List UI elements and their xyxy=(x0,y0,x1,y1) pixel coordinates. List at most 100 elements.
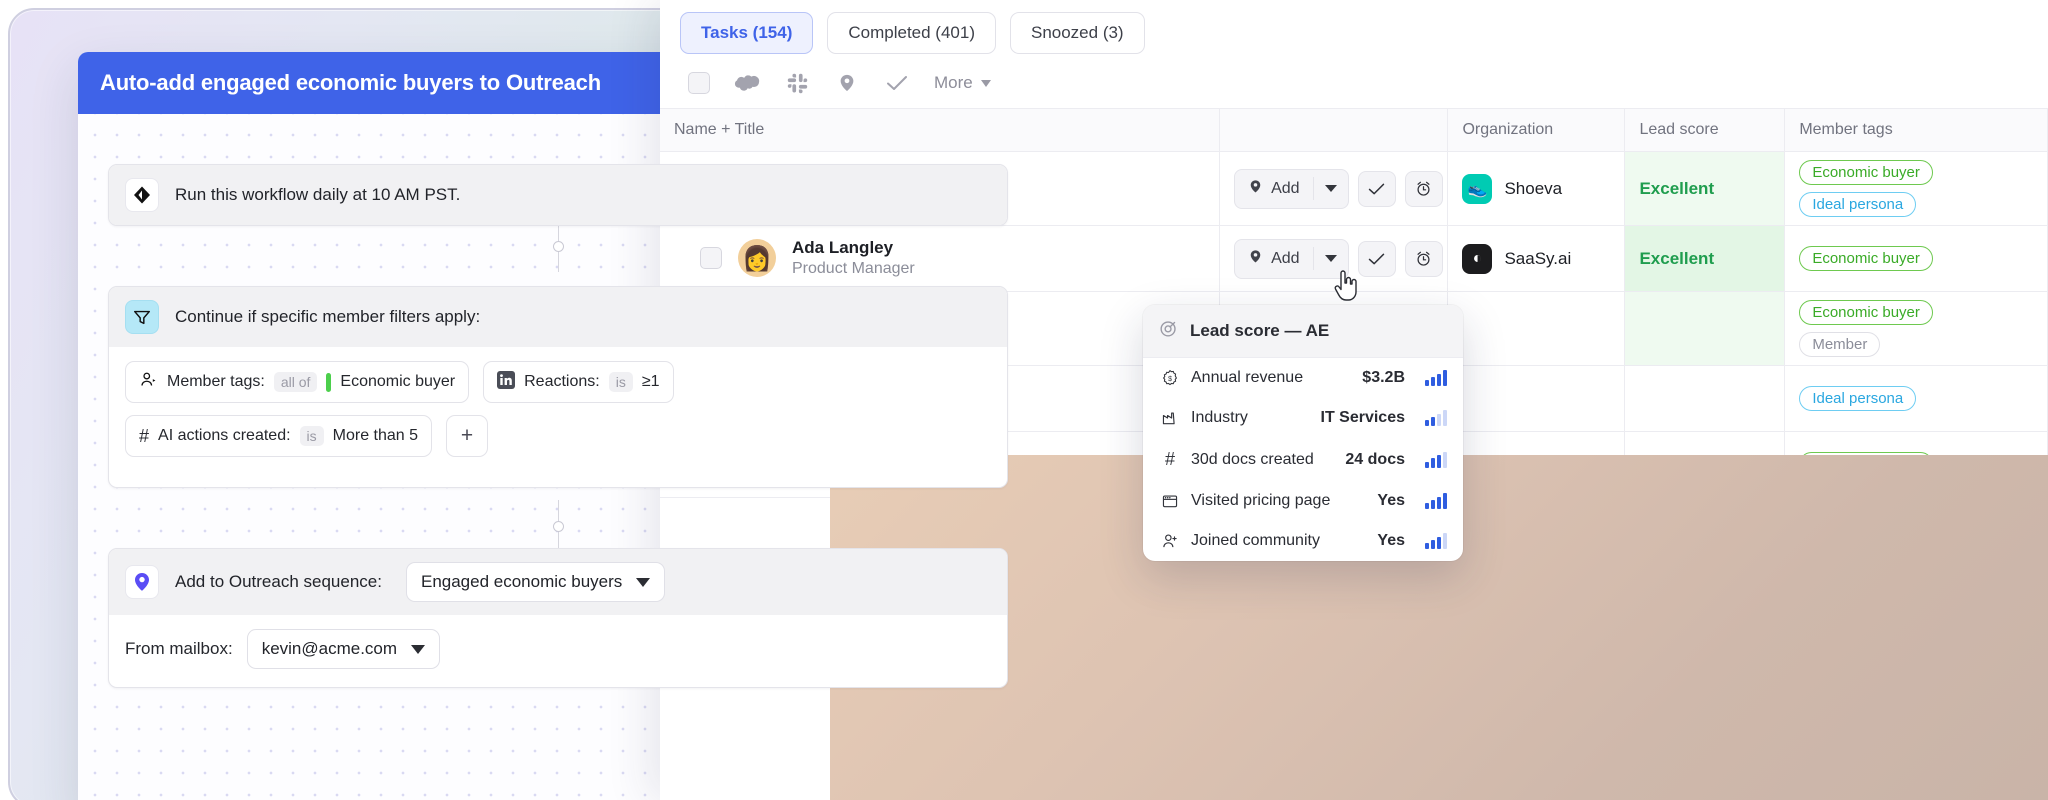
organization-name: SaaSy.ai xyxy=(1504,248,1572,268)
tab-tasks[interactable]: Tasks (154) xyxy=(680,12,814,54)
connector-dot xyxy=(553,241,564,252)
filter-chip-ai-actions[interactable]: # AI actions created: is More than 5 xyxy=(125,415,433,457)
add-dropdown-toggle[interactable] xyxy=(1312,247,1348,270)
page-title: Auto-add engaged economic buyers to Outr… xyxy=(100,70,601,95)
lead-score-row-label: Annual revenue xyxy=(1191,369,1304,386)
tab-snoozed[interactable]: Snoozed (3) xyxy=(1009,12,1145,54)
check-icon[interactable] xyxy=(884,70,910,96)
filter-chip-member-tags[interactable]: Member tags: all of Economic buyer xyxy=(125,361,470,403)
diamond-icon xyxy=(125,178,159,212)
add-dropdown-toggle[interactable] xyxy=(1312,177,1348,200)
sequence-select[interactable]: Engaged economic buyers xyxy=(405,562,666,602)
chevron-down-icon xyxy=(411,644,426,654)
table-row[interactable]: 👩 Ada Langley Product Manager Add ◐ SaaSy.ai E… xyxy=(660,225,2048,292)
avatar: 👩 xyxy=(738,239,776,278)
row-lead-score-cell[interactable]: Excellent xyxy=(1624,225,1786,292)
snooze-task-button[interactable] xyxy=(1404,240,1443,277)
lead-score-row-value: 24 docs xyxy=(1345,450,1405,468)
lead-score-popover: Lead score — AE $ Annual revenue $3.2B Indu… xyxy=(1143,305,1463,561)
person-title: Product Manager xyxy=(792,259,915,277)
workflow-node-filter[interactable]: Continue if specific member filters appl… xyxy=(108,286,1008,488)
lead-score-row-value: Yes xyxy=(1377,532,1405,549)
complete-task-button[interactable] xyxy=(1357,240,1396,277)
action-label: Add to Outreach sequence: xyxy=(175,572,382,591)
tab-completed[interactable]: Completed (401) xyxy=(827,12,996,54)
table-header-row: Name + Title Organization Lead score Mem… xyxy=(660,109,2048,152)
mailbox-label: From mailbox: xyxy=(125,639,233,658)
select-all-checkbox[interactable] xyxy=(688,72,710,94)
add-filter-button[interactable]: + xyxy=(446,415,489,457)
lead-score-bar-meter xyxy=(1425,533,1447,549)
browser-icon xyxy=(1159,492,1181,510)
filter-chip-label: AI actions created: xyxy=(158,427,291,444)
hash-icon: # xyxy=(139,425,150,446)
member-tag[interactable]: Economic buyer xyxy=(1799,300,1933,325)
row-checkbox[interactable] xyxy=(700,247,722,270)
filter-chip-label: Member tags: xyxy=(167,373,265,390)
column-header-actions xyxy=(1219,109,1449,152)
lead-score-row-label: Joined community xyxy=(1191,532,1320,549)
member-tag[interactable]: Member xyxy=(1799,332,1881,357)
row-lead-score-cell[interactable] xyxy=(1624,291,1786,366)
lead-score-rows: $ Annual revenue $3.2B Industry IT Services #… xyxy=(1143,358,1463,561)
connector-2 xyxy=(553,500,564,552)
add-to-sequence-button[interactable]: Add xyxy=(1234,238,1349,279)
connector-1 xyxy=(553,220,564,272)
lead-score-popover-header: Lead score — AE xyxy=(1143,305,1463,358)
organization-logo: ◐ xyxy=(1462,243,1493,274)
lead-score-row: Joined community Yes xyxy=(1143,521,1463,561)
filter-chip-reactions[interactable]: Reactions: is ≥1 xyxy=(483,361,674,403)
lead-score-bar-meter xyxy=(1425,410,1447,426)
target-icon xyxy=(1159,319,1178,343)
dollar-badge-icon: $ xyxy=(1159,369,1181,387)
outreach-pin-icon xyxy=(1248,248,1263,270)
row-member-tags-cell: Economic buyer Member xyxy=(1784,291,2048,366)
lead-score-value: Excellent xyxy=(1639,248,1715,268)
salesforce-icon[interactable] xyxy=(734,70,760,96)
filter-chip-operator: is xyxy=(299,426,324,446)
lead-score-bar-meter xyxy=(1425,370,1447,386)
more-menu-button[interactable]: More xyxy=(934,73,991,93)
column-header-lead-score: Lead score xyxy=(1624,109,1786,152)
outreach-pin-icon[interactable] xyxy=(834,70,860,96)
member-tag[interactable]: Ideal persona xyxy=(1799,192,1917,217)
add-button-label: Add xyxy=(1271,249,1300,267)
row-lead-score-cell[interactable] xyxy=(1624,365,1786,432)
filter-chip-row-2: # AI actions created: is More than 5 + xyxy=(125,415,991,457)
mailbox-select[interactable]: kevin@acme.com xyxy=(246,629,441,669)
filter-chip-operator: all of xyxy=(273,372,318,392)
linkedin-icon xyxy=(497,370,516,394)
lead-score-row: $ Annual revenue $3.2B xyxy=(1143,358,1463,398)
row-lead-score-cell[interactable]: Excellent xyxy=(1624,151,1786,226)
svg-text:$: $ xyxy=(1168,376,1172,383)
member-tag[interactable]: Economic buyer xyxy=(1799,246,1933,271)
tabs-bar: Tasks (154) Completed (401) Snoozed (3) xyxy=(660,0,2048,64)
workflow-node-trigger[interactable]: Run this workflow daily at 10 AM PST. xyxy=(108,164,1008,226)
mailbox-select-value: kevin@acme.com xyxy=(261,639,398,658)
organization-logo: 👟 xyxy=(1462,173,1493,204)
snooze-task-button[interactable] xyxy=(1404,170,1443,207)
lead-score-row-label: Industry xyxy=(1191,409,1248,426)
row-name-cell: 👩 Ada Langley Product Manager xyxy=(660,225,1221,292)
hash-icon: # xyxy=(1164,449,1175,469)
outreach-icon xyxy=(125,565,159,599)
lead-score-row-label: Visited pricing page xyxy=(1191,492,1331,509)
member-tag[interactable]: Ideal persona xyxy=(1799,386,1917,411)
member-tag[interactable]: Economic buyer xyxy=(1799,160,1933,185)
workflow-node-action[interactable]: Add to Outreach sequence: Engaged econom… xyxy=(108,548,1008,688)
funnel-icon xyxy=(125,300,159,334)
organization-name: Shoeva xyxy=(1504,178,1563,198)
filter-chip-value: ≥1 xyxy=(641,373,660,390)
lead-score-row-value: $3.2B xyxy=(1362,369,1405,386)
lead-score-row-value: Yes xyxy=(1377,492,1405,509)
row-member-tags-cell: Ideal persona xyxy=(1784,365,2048,432)
member-tag-icon xyxy=(139,370,158,394)
filter-label: Continue if specific member filters appl… xyxy=(175,307,481,326)
complete-task-button[interactable] xyxy=(1357,170,1396,207)
add-to-sequence-button[interactable]: Add xyxy=(1234,168,1349,209)
row-member-tags-cell: Economic buyer Ideal persona xyxy=(1784,151,2048,226)
outreach-pin-icon xyxy=(1248,178,1263,200)
workflow-builder-card: Auto-add engaged economic buyers to Outr… xyxy=(78,52,1038,800)
lead-score-row-label: 30d docs created xyxy=(1191,450,1314,468)
slack-icon[interactable] xyxy=(784,70,810,96)
